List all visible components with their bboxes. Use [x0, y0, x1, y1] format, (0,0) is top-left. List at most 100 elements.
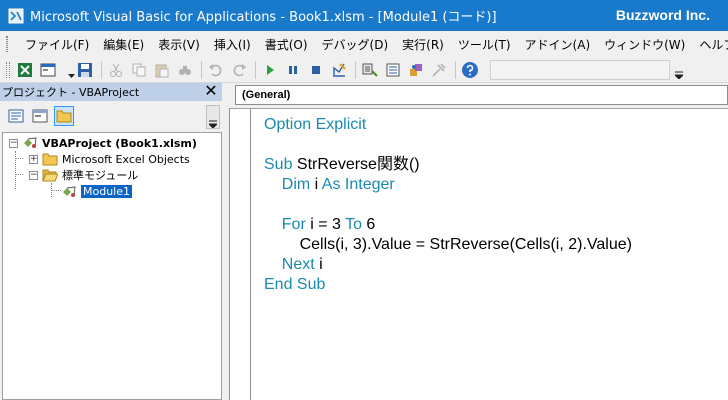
toolbar-options-icon[interactable] [674, 61, 684, 79]
margin-indicator-bar[interactable] [230, 109, 251, 400]
run-icon[interactable] [261, 61, 279, 79]
expand-icon[interactable]: + [29, 154, 38, 164]
tree-label-project: VBAProject (Book1.xlsm) [42, 136, 197, 150]
code-keyword: To [345, 216, 367, 233]
tree-item-excel-objects[interactable]: + Microsoft Excel Objects [29, 151, 190, 167]
panel-scroll-icon[interactable] [206, 105, 220, 129]
folder-icon [42, 153, 58, 166]
menu-insert[interactable]: 挿入(I) [207, 36, 258, 53]
code-keyword: Sub [264, 156, 297, 173]
collapse-icon[interactable]: − [29, 170, 38, 180]
code-token: StrReverse関数() [296, 156, 420, 173]
vba-app-icon [8, 8, 24, 23]
panel-splitter[interactable] [222, 83, 229, 400]
toolbar-position-field [490, 59, 670, 80]
tree-item-project[interactable]: − VBAProject (Book1.xlsm) [9, 135, 197, 151]
view-code-icon[interactable] [6, 106, 26, 126]
project-panel-title: プロジェクト - VBAProject [2, 86, 140, 99]
insert-userform-icon[interactable] [39, 61, 57, 79]
help-icon[interactable] [461, 61, 479, 79]
toolbar-separator [355, 60, 356, 79]
code-line[interactable]: Option Explicit [264, 115, 632, 135]
code-text[interactable]: Option Explicit Sub StrReverse関数() Dim i … [264, 115, 632, 295]
object-combo[interactable]: (General) [235, 85, 728, 105]
menu-help[interactable]: ヘルプ(H) [692, 36, 728, 53]
menu-bar: ファイル(F) 編集(E) 表示(V) 挿入(I) 書式(O) デバッグ(D) … [0, 31, 728, 57]
undo-icon[interactable] [207, 61, 225, 79]
tree-label-module1: Module1 [81, 184, 132, 198]
module-icon [63, 186, 76, 197]
window-title: Microsoft Visual Basic for Applications … [30, 10, 497, 25]
copy-icon[interactable] [130, 61, 148, 79]
menu-run[interactable]: 実行(R) [395, 36, 451, 53]
insert-dropdown-icon[interactable] [66, 61, 76, 79]
menu-file[interactable]: ファイル(F) [18, 36, 96, 53]
code-keyword: As Integer [321, 176, 395, 193]
menu-tools[interactable]: ツール(T) [451, 36, 518, 53]
toolbar-separator [101, 60, 102, 79]
menu-edit[interactable]: 編集(E) [96, 36, 151, 53]
toolbox-icon[interactable] [430, 61, 448, 79]
toolbar-separator [255, 60, 256, 79]
toolbar-separator [455, 60, 456, 79]
code-keyword: Next [264, 256, 320, 273]
menu-window[interactable]: ウィンドウ(W) [597, 36, 692, 53]
code-token: Cells(i, 3).Value = StrReverse(Cells(i, … [264, 236, 632, 253]
cut-icon[interactable] [107, 61, 125, 79]
toolbar-grip[interactable] [6, 36, 8, 52]
code-token: 6 [366, 216, 376, 233]
save-icon[interactable] [76, 61, 94, 79]
tree-connector [15, 158, 23, 159]
code-line[interactable]: Dim i As Integer [264, 175, 632, 195]
view-excel-icon[interactable] [16, 61, 34, 79]
code-line[interactable]: Next i [264, 255, 632, 275]
find-icon[interactable] [176, 61, 194, 79]
tree-label-standard-modules: 標準モジュール [62, 169, 139, 182]
code-line[interactable]: Sub StrReverse関数() [264, 155, 632, 175]
toolbar-grip[interactable] [6, 61, 10, 78]
tree-item-module1[interactable]: Module1 [61, 183, 132, 199]
code-keyword: End Sub [264, 276, 326, 293]
code-line[interactable]: For i = 3 To 6 [264, 215, 632, 235]
view-object-icon[interactable] [30, 106, 50, 126]
project-tree: − VBAProject (Book1.xlsm) + Microsoft Ex… [2, 132, 222, 400]
collapse-icon[interactable]: − [9, 138, 18, 148]
paste-icon[interactable] [153, 61, 171, 79]
code-keyword: For [264, 216, 311, 233]
code-token: i [319, 256, 323, 273]
tree-connector [15, 151, 16, 189]
code-line[interactable]: Cells(i, 3).Value = StrReverse(Cells(i, … [264, 235, 632, 255]
code-editor[interactable]: Option Explicit Sub StrReverse関数() Dim i … [229, 108, 728, 400]
brand-label: Buzzword Inc. [615, 7, 710, 23]
menu-debug[interactable]: デバッグ(D) [315, 36, 396, 53]
menu-view[interactable]: 表示(V) [151, 36, 207, 53]
redo-icon[interactable] [230, 61, 248, 79]
tree-connector [15, 174, 23, 175]
project-panel-toolbar [0, 101, 222, 131]
menu-format[interactable]: 書式(O) [258, 36, 315, 53]
toolbar-separator [201, 60, 202, 79]
code-line[interactable] [264, 135, 632, 155]
design-mode-icon[interactable] [330, 61, 348, 79]
tree-item-standard-modules[interactable]: − 標準モジュール [29, 167, 138, 183]
code-token: i = 3 [310, 216, 346, 233]
code-line[interactable]: End Sub [264, 275, 632, 295]
standard-toolbar [0, 57, 728, 83]
break-icon[interactable] [284, 61, 302, 79]
code-keyword: Dim [264, 176, 315, 193]
title-bar: Microsoft Visual Basic for Applications … [0, 0, 728, 31]
toggle-folders-icon[interactable] [54, 106, 74, 126]
close-icon[interactable]: ✕ [203, 83, 219, 99]
object-browser-icon[interactable] [407, 61, 425, 79]
code-line[interactable] [264, 195, 632, 215]
menu-addins[interactable]: アドイン(A) [518, 36, 598, 53]
reset-icon[interactable] [307, 61, 325, 79]
code-token: i [314, 176, 322, 193]
properties-window-icon[interactable] [384, 61, 402, 79]
tree-connector [51, 190, 61, 191]
project-explorer-icon[interactable] [361, 61, 379, 79]
project-panel-header: プロジェクト - VBAProject ✕ [0, 83, 222, 101]
open-folder-icon [42, 169, 58, 182]
code-keyword: Option Explicit [264, 116, 367, 133]
tree-label-excel-objects: Microsoft Excel Objects [62, 152, 190, 166]
